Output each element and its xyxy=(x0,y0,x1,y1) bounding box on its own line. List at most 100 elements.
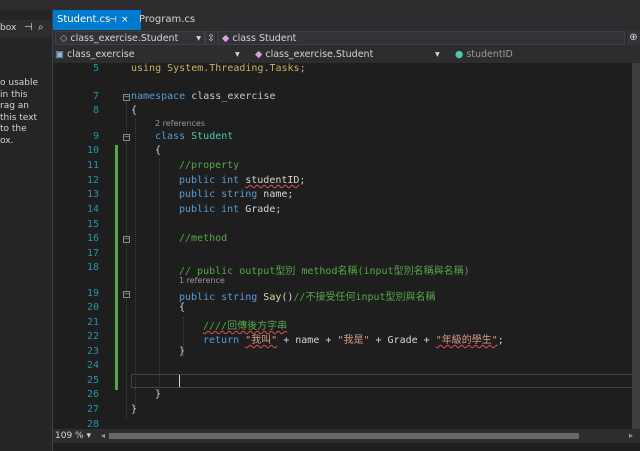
toolbox-line: this text xyxy=(0,112,38,123)
method-name: Say xyxy=(263,292,282,303)
code-line-16: //method xyxy=(179,233,228,244)
line-number: 27 xyxy=(86,404,99,415)
current-line-highlight xyxy=(131,374,636,388)
code-line-13: public string name; xyxy=(179,189,293,200)
scroll-right-icon[interactable]: ▸ xyxy=(629,431,633,440)
toolbar-strip xyxy=(0,0,640,10)
codelens-references[interactable]: 1 reference xyxy=(179,276,225,285)
line-number: 22 xyxy=(86,331,99,342)
line-number: 15 xyxy=(86,219,99,230)
fold-line xyxy=(126,299,127,419)
add-icon[interactable]: ⊕ xyxy=(627,31,640,45)
text-caret xyxy=(179,375,180,387)
pin-icon[interactable]: ⊣ xyxy=(24,22,33,33)
field-name: Grade; xyxy=(245,204,282,215)
code-line-19: public string Say()//不接受任何input型別與名稱 xyxy=(179,288,436,303)
scroll-left-icon[interactable]: ◂ xyxy=(101,431,105,440)
code-line-18: // public output型別 method名稱(input型別名稱與名稱… xyxy=(179,266,470,277)
zoom-dropdown[interactable]: 109 % ▾ xyxy=(55,429,91,443)
toolbox-title: box xyxy=(0,23,17,33)
line-number: 17 xyxy=(86,248,99,259)
chevron-down-icon: ▾ xyxy=(235,49,240,60)
toolbox-line: o usable xyxy=(0,78,39,88)
toolbox-line: ox. xyxy=(0,135,14,146)
line-number: 5 xyxy=(92,63,99,74)
semicolon: ; xyxy=(497,335,504,346)
keyword: public int xyxy=(179,204,246,215)
keyword: public string xyxy=(179,189,264,200)
code-line-12: public int studentID; xyxy=(179,175,305,186)
codelens-references[interactable]: 2 references xyxy=(155,119,205,128)
line-number-gutter: 5 7 8 9 10 11 12 13 14 15 16 17 18 19 20… xyxy=(53,63,103,429)
code-line-26: } xyxy=(155,389,162,400)
split-arrows-icon[interactable]: ⇳ xyxy=(205,31,215,45)
close-icon[interactable]: × xyxy=(121,10,129,30)
chevron-down-icon: ▾ xyxy=(86,431,91,441)
line-number: 20 xyxy=(86,302,99,313)
code-line-22: return "我叫" + name + "我是" + Grade + "年級的… xyxy=(203,331,504,346)
code-line-9: class Student xyxy=(155,131,233,142)
fold-line xyxy=(126,142,127,236)
code-line-21: ////回傳後方字串 xyxy=(203,317,287,332)
tab-program-cs[interactable]: Program.cs xyxy=(135,10,207,30)
collapse-icon[interactable]: − xyxy=(123,134,130,141)
keyword: class xyxy=(155,131,186,142)
toolbox-header: box ⊣ ⌕ xyxy=(0,20,52,38)
code-line-11: //property xyxy=(179,160,240,171)
collapse-icon[interactable]: − xyxy=(123,94,130,101)
indent-guide xyxy=(135,119,136,409)
line-number: 10 xyxy=(86,145,99,156)
code-line-5: using System.Threading.Tasks; xyxy=(131,63,306,74)
code-line-8: { xyxy=(131,105,138,116)
toolbox-panel xyxy=(0,10,53,451)
string-literal: "年級的學生" xyxy=(435,335,498,346)
field-icon: ● xyxy=(455,49,464,60)
parens: () xyxy=(281,292,294,303)
pin-icon[interactable]: ⊣ xyxy=(109,10,117,30)
type-dropdown-label: class_exercise.Student xyxy=(265,49,374,60)
indent-guide xyxy=(159,159,160,394)
tab-student-cs[interactable]: Student.cs ⊣ × xyxy=(53,10,141,30)
namespace-name: class_exercise xyxy=(185,91,276,102)
line-number: 11 xyxy=(86,160,99,171)
chevron-down-icon: ▾ xyxy=(435,49,440,60)
code-editor[interactable]: 5 7 8 9 10 11 12 13 14 15 16 17 18 19 20… xyxy=(53,63,640,429)
line-number: 25 xyxy=(86,375,99,386)
line-number: 9 xyxy=(92,131,99,142)
change-marker xyxy=(115,145,118,390)
class-dropdown[interactable]: ◆ class Student xyxy=(217,31,625,45)
project-icon: ◇ xyxy=(60,33,68,44)
code-line-10: { xyxy=(155,145,162,156)
line-number: 24 xyxy=(86,360,99,371)
document-tab-strip: Student.cs ⊣ × Program.cs xyxy=(53,10,640,32)
scope-dropdown[interactable]: ▣ class_exercise ▾ xyxy=(55,48,251,62)
expression: + name + xyxy=(277,335,338,346)
chevron-down-icon: ▾ xyxy=(196,33,201,44)
line-number: 16 xyxy=(86,233,99,244)
zoom-level: 109 % xyxy=(55,431,84,441)
line-number: 21 xyxy=(86,317,99,328)
collapse-icon[interactable]: − xyxy=(123,291,130,298)
fold-line xyxy=(126,102,127,134)
keyword: public int xyxy=(179,175,246,186)
scope-dropdown-label: class_exercise xyxy=(67,49,135,60)
collapse-icon[interactable]: − xyxy=(123,236,130,243)
toolbox-line: rag an xyxy=(0,101,30,111)
member-dropdown-label: studentID xyxy=(466,49,513,60)
tab-label: Program.cs xyxy=(139,14,196,25)
code-line-14: public int Grade; xyxy=(179,204,281,215)
project-dropdown[interactable]: ◇ class_exercise.Student ▾ xyxy=(55,31,205,45)
expression: + Grade + xyxy=(369,335,436,346)
vertical-scrollbar[interactable] xyxy=(632,63,640,429)
toolbox-line: to the xyxy=(0,124,27,134)
horizontal-scrollbar[interactable] xyxy=(109,433,579,439)
search-icon[interactable]: ⌕ xyxy=(38,22,44,33)
type-dropdown[interactable]: ◆ class_exercise.Student ▾ xyxy=(255,48,451,62)
member-dropdown[interactable]: ● studentID xyxy=(455,48,635,62)
code-line-27: } xyxy=(131,404,138,415)
line-number: 13 xyxy=(86,189,99,200)
semicolon: ; xyxy=(299,175,306,186)
field-name: studentID xyxy=(245,175,300,186)
class-icon: ◆ xyxy=(255,49,263,60)
line-number: 18 xyxy=(86,262,99,273)
